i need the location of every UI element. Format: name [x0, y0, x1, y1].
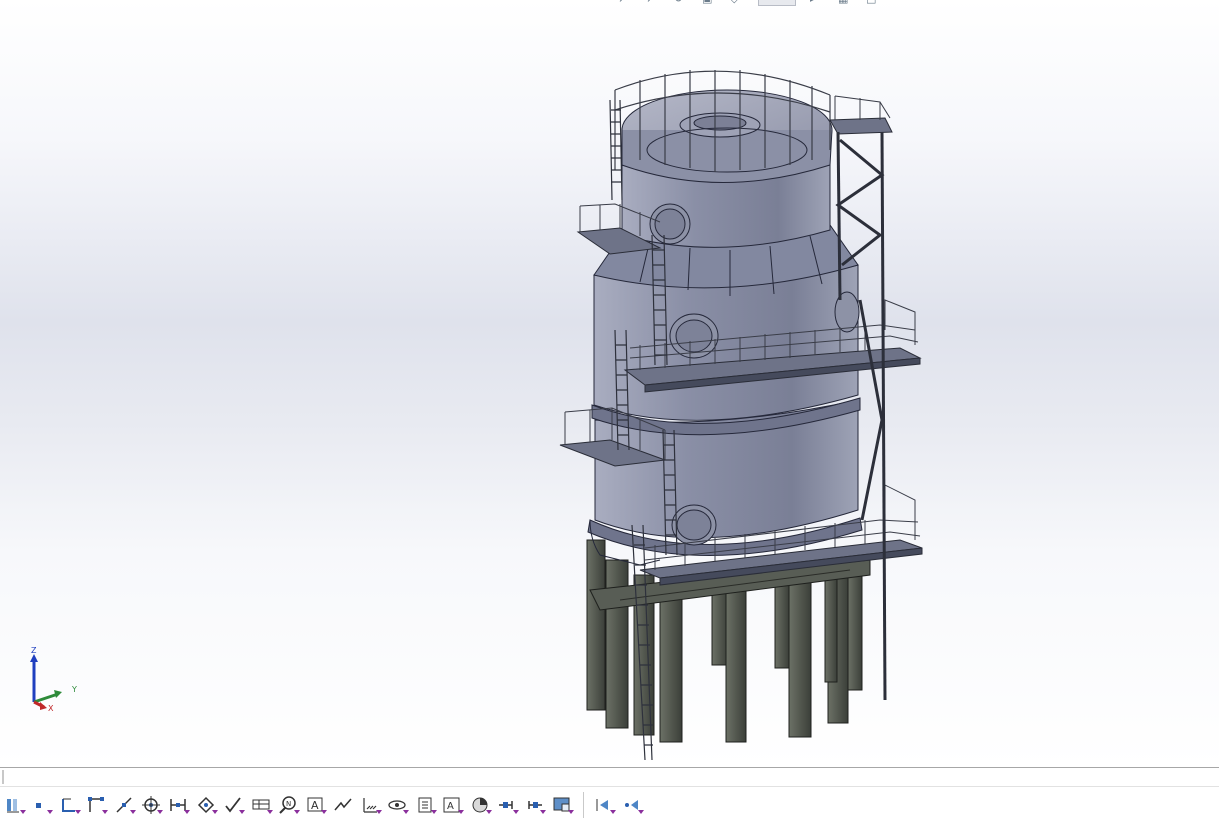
orientation-triad: Z Y X [30, 646, 77, 713]
triad-z-label: Z [31, 646, 37, 655]
silo-tower-3d-model[interactable] [0, 0, 1219, 767]
svg-text:N: N [286, 800, 291, 808]
pie-icon[interactable] [468, 793, 492, 817]
svg-text:A: A [311, 799, 319, 812]
tag-icon[interactable] [194, 793, 218, 817]
hatch-icon[interactable] [358, 793, 383, 817]
add-on-1-icon[interactable] [592, 793, 617, 817]
line-icon[interactable] [112, 793, 136, 817]
graphics-area[interactable]: ↗ ↗ ↺ ▣ ◇ ▸ ▦ □ [0, 0, 1219, 767]
target-icon[interactable] [139, 793, 163, 817]
text-a-icon[interactable]: A [303, 793, 328, 817]
table-icon[interactable] [249, 793, 273, 817]
magnifier-n-icon[interactable]: N [276, 793, 300, 817]
triad-y-label: Y [71, 685, 77, 694]
triad-x-label: X [48, 704, 54, 713]
scrollbar-thumb[interactable] [2, 770, 4, 784]
screen-icon[interactable] [550, 793, 574, 817]
toolbar-separator [583, 792, 585, 818]
smart-dimension-icon[interactable] [2, 793, 26, 817]
clock-icon[interactable] [413, 793, 437, 817]
trim-icon[interactable] [57, 793, 81, 817]
horizontal-scrollbar[interactable] [0, 767, 1219, 787]
image-a-icon[interactable]: A [440, 793, 465, 817]
command-toolbar: N A A [0, 786, 1219, 823]
add-on-2-icon[interactable] [620, 793, 644, 817]
check-icon[interactable] [221, 793, 246, 817]
slope-icon[interactable] [331, 793, 355, 817]
point-icon[interactable] [29, 793, 54, 817]
mirror-icon[interactable] [166, 793, 191, 817]
eye-icon[interactable] [385, 793, 410, 817]
arrow-left-icon[interactable] [495, 793, 520, 817]
corner-icon[interactable] [84, 793, 109, 817]
arrow-right-icon[interactable] [522, 793, 547, 817]
svg-text:A: A [447, 801, 454, 812]
